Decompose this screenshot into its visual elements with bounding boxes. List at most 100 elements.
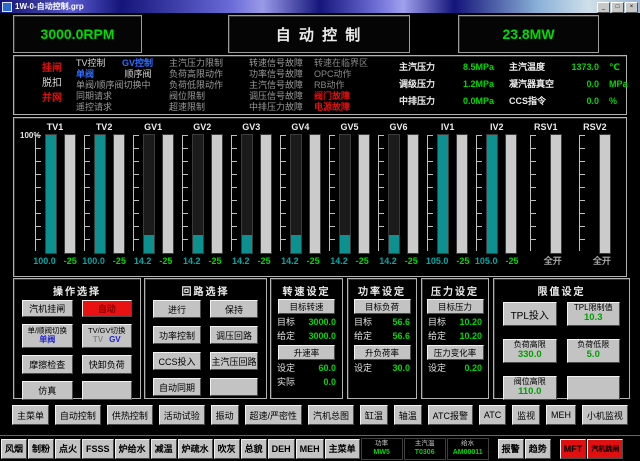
taskbar-status-label: 给水 — [461, 440, 474, 448]
nav-button[interactable]: 自动控制 — [55, 405, 101, 425]
taskbar-button[interactable]: MEH — [296, 439, 324, 459]
valve-demand-bar — [162, 134, 174, 254]
operation-button[interactable]: 汽机挂闸 — [22, 300, 73, 317]
alarm-button[interactable]: 报警 — [498, 439, 524, 459]
minimize-button[interactable]: _ — [597, 2, 610, 13]
operation-button[interactable]: 自动 — [82, 300, 133, 317]
loop-button[interactable]: CCS投入 — [153, 352, 201, 370]
rate-set-value: 60.0 — [318, 363, 336, 374]
mft-button[interactable]: MFT — [560, 439, 587, 459]
valve-name: TV2 — [96, 121, 113, 133]
valve-values: 105.0-25 — [475, 256, 519, 267]
taskbar-button[interactable]: FSSS — [82, 439, 114, 459]
valve-name: GV3 — [242, 121, 260, 133]
loop-panel-title: 回路选择 — [145, 283, 266, 296]
valve-demand-bar — [456, 134, 468, 254]
target-pressure-button[interactable]: 目标压力 — [427, 299, 484, 314]
limit-setting-panel: 限值设定 TPL投入TPL限制值10.3负荷高限330.0负荷低限5.0阀位高限… — [493, 278, 630, 399]
turbine-trip-button[interactable]: 汽机跳闸 — [587, 439, 623, 459]
pressure-rate-set-label: 设定 — [428, 363, 446, 374]
valve-group: GV614.2-25 — [376, 121, 422, 273]
nav-button[interactable]: 监视 — [512, 405, 540, 425]
trend-button[interactable]: 趋势 — [525, 439, 551, 459]
taskbar-button[interactable]: 吹灰 — [214, 439, 240, 459]
limit-button[interactable]: 负荷高限330.0 — [503, 339, 557, 363]
nav-button[interactable]: 轴温 — [394, 405, 422, 425]
valve-demand-fill — [310, 135, 320, 253]
valve-demand-bar — [505, 134, 517, 254]
operation-button[interactable]: 摩擦检查 — [22, 355, 73, 374]
valve-demand-bar — [309, 134, 321, 254]
nav-button[interactable]: 振动 — [211, 405, 239, 425]
valve-scale — [133, 135, 139, 251]
limit-button[interactable]: TPL投入 — [503, 302, 557, 326]
valve-bars — [378, 134, 419, 252]
taskbar-button[interactable]: DEH — [268, 439, 295, 459]
close-button[interactable]: × — [625, 2, 638, 13]
taskbar-button[interactable]: 主菜单 — [325, 439, 360, 459]
taskbar-button[interactable]: 减温 — [151, 439, 177, 459]
limit-button[interactable]: 阀位高限110.0 — [503, 376, 557, 400]
nav-button[interactable]: ATC — [479, 405, 506, 425]
pressure-setpoint-value: 10.20 — [459, 331, 482, 342]
pressure-label: 主汽压力 — [399, 59, 451, 76]
loop-button[interactable]: 自动同期 — [153, 378, 201, 396]
valve-bars — [84, 134, 125, 252]
valve-demand-value: -25 — [64, 256, 77, 267]
speed-rate-button[interactable]: 升速率 — [278, 345, 335, 360]
operation-button-grid: 汽机挂闸自动单/顺阀切换单阀 TV/GV切换TVGV 摩擦检查快卸负荷仿真 — [14, 296, 140, 400]
valve-position-value: 14.2 — [379, 256, 397, 267]
nav-button[interactable]: 超速/严密性 — [245, 405, 303, 425]
nav-button[interactable]: 汽机总图 — [308, 405, 354, 425]
valve-position-value: 14.2 — [183, 256, 201, 267]
pressure-label: 调级压力 — [399, 76, 451, 93]
taskbar-button[interactable]: 制粉 — [28, 439, 54, 459]
taskbar-button[interactable]: 点火 — [55, 439, 81, 459]
maximize-button[interactable]: □ — [611, 2, 624, 13]
pressure-rate-button[interactable]: 压力变化率 — [427, 345, 484, 360]
valve-position-bar — [192, 134, 204, 254]
target-speed-button[interactable]: 目标转速 — [278, 299, 335, 314]
operation-button[interactable]: 单/顺阀切换单阀 — [22, 324, 73, 348]
nav-button[interactable]: 供热控制 — [107, 405, 153, 425]
valve-values: 100.0-25 — [33, 256, 77, 267]
nav-button[interactable]: 活动试验 — [159, 405, 205, 425]
target-load-button[interactable]: 目标负荷 — [354, 299, 411, 314]
nav-button[interactable]: MEH — [546, 405, 576, 425]
valve-demand-bar — [64, 134, 76, 254]
operation-button[interactable]: TV/GV切换TVGV — [82, 324, 133, 348]
valve-demand-value: -25 — [405, 256, 418, 267]
loop-button[interactable]: 功率控制 — [153, 326, 201, 344]
nav-button[interactable]: 主菜单 — [12, 405, 49, 425]
taskbar-button[interactable]: 炉给水 — [115, 439, 150, 459]
nav-button[interactable]: 缸温 — [360, 405, 388, 425]
loop-button[interactable]: 进行 — [153, 300, 201, 318]
operation-button[interactable]: 快卸负荷 — [82, 355, 133, 374]
valve-scale — [427, 135, 433, 251]
load-rate-button[interactable]: 升负荷率 — [354, 345, 411, 360]
limit-status-item: 阀位限制 — [169, 91, 223, 102]
taskbar-button[interactable]: 风烟 — [1, 439, 27, 459]
control-mode-column: TV控制 GV控制 单阀 顺序阀 单阀/顺序阀切换中 同期请求 遥控请求 — [76, 58, 153, 113]
limit-button[interactable]: 负荷低限5.0 — [567, 339, 621, 363]
limit-button[interactable]: TPL限制值10.3 — [567, 302, 621, 326]
operation-button[interactable]: 仿真 — [22, 381, 73, 400]
nav-button[interactable]: ATC报警 — [428, 405, 473, 425]
nav-button[interactable]: 小机监视 — [582, 405, 628, 425]
pressure-panel-title: 压力设定 — [431, 283, 479, 296]
valve-demand-fill — [212, 135, 222, 253]
valve-name: GV5 — [340, 121, 358, 133]
rate-actual-label: 实际 — [277, 377, 295, 388]
loop-button[interactable]: 主汽压回路 — [210, 352, 258, 370]
alert-status-item: RB动作 — [314, 80, 368, 91]
control-mode-label: 自 动 控 制 — [276, 24, 363, 45]
taskbar-button[interactable]: 炉疏水 — [178, 439, 213, 459]
valve-name: RSV1 — [534, 121, 558, 133]
taskbar-button[interactable]: 总貌 — [241, 439, 267, 459]
valve-values: 14.2 -25 — [379, 256, 418, 267]
loop-button[interactable]: 调压回路 — [210, 326, 258, 344]
valve-values: 105.0-25 — [426, 256, 470, 267]
valve-group: RSV1全开 — [523, 121, 569, 273]
valve-demand-fill — [457, 135, 467, 253]
loop-button[interactable]: 保持 — [210, 300, 258, 318]
